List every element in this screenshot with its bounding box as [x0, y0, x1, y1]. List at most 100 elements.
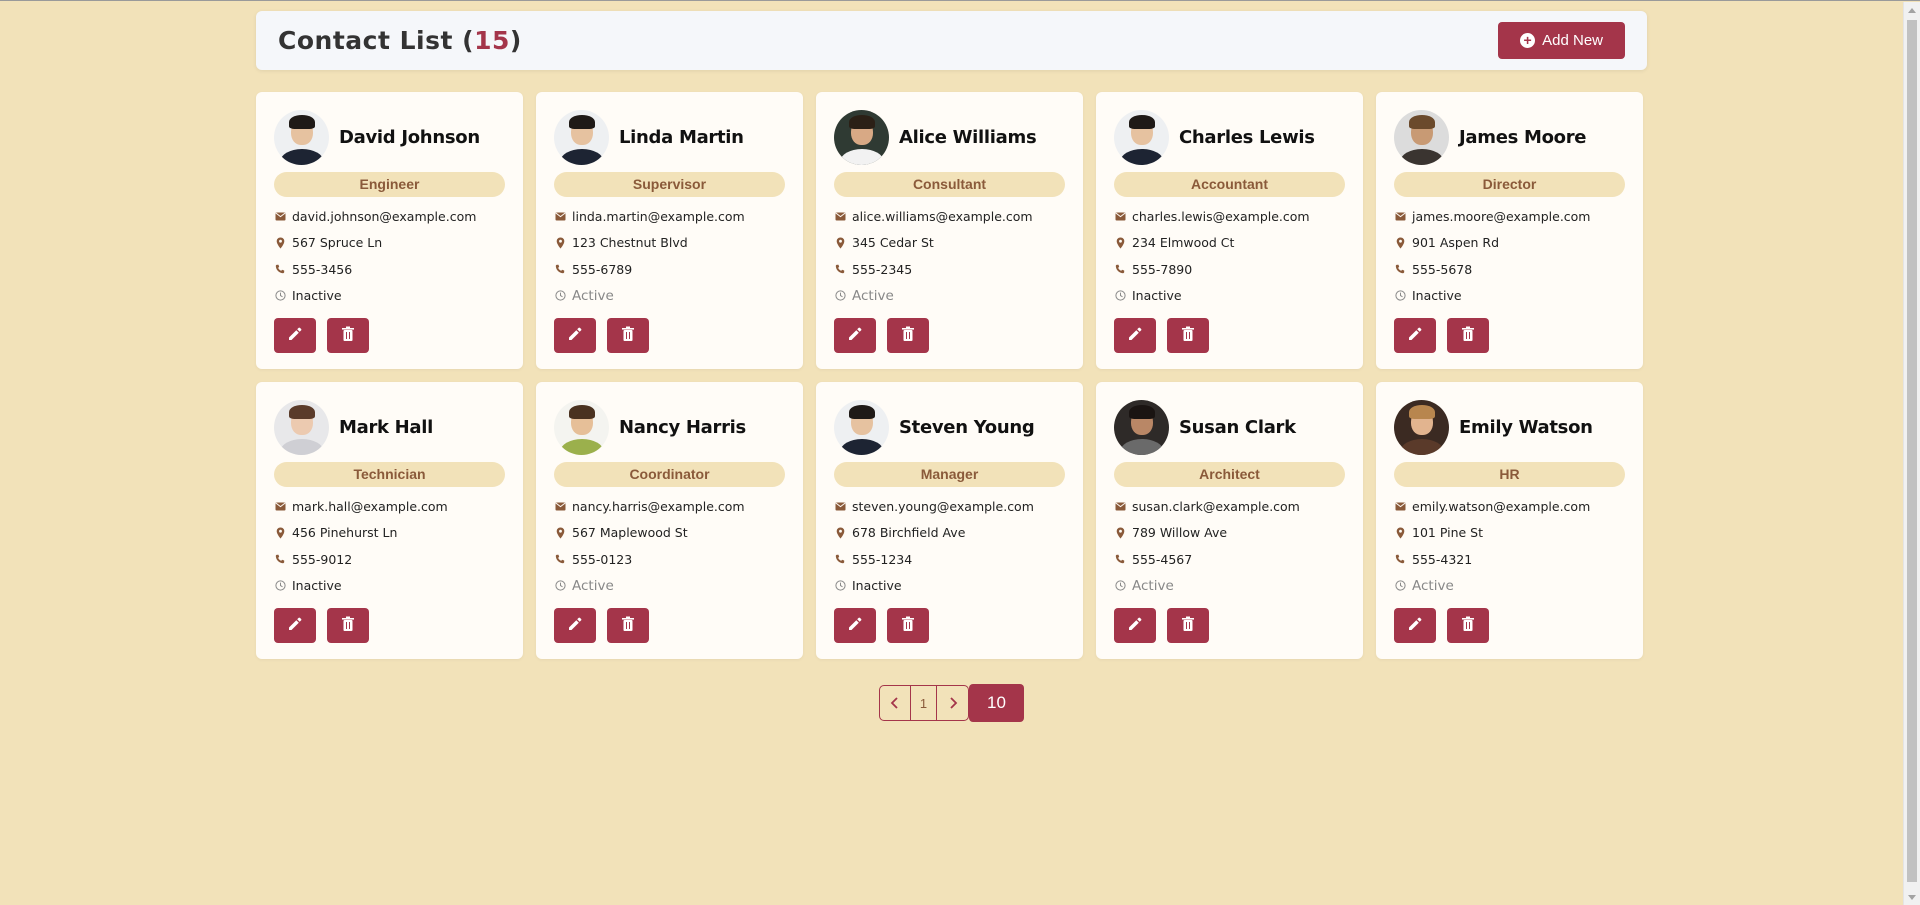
contact-name: Steven Young: [899, 416, 1035, 438]
contact-card: Alice Williams Consultant alice.williams…: [816, 92, 1083, 369]
email-text: emily.watson@example.com: [1412, 498, 1591, 514]
status-text: Active: [1412, 577, 1454, 594]
status-row: Inactive: [274, 283, 505, 310]
contact-info: steven.young@example.com 678 Birchfield …: [834, 493, 1065, 599]
mail-icon: [554, 212, 566, 221]
trash-icon: [621, 616, 635, 635]
phone-icon: [1114, 264, 1126, 274]
add-new-label: Add New: [1542, 32, 1603, 49]
scrollbar-thumb[interactable]: [1907, 20, 1917, 882]
delete-button[interactable]: [1447, 318, 1489, 353]
phone-row: 555-9012: [274, 546, 505, 573]
avatar: [1114, 109, 1169, 165]
address-row: 123 Chestnut Blvd: [554, 230, 785, 257]
phone-icon: [1114, 554, 1126, 564]
contact-info: alice.williams@example.com 345 Cedar St …: [834, 203, 1065, 309]
contact-name: Emily Watson: [1459, 416, 1593, 438]
email-row: nancy.harris@example.com: [554, 493, 785, 520]
trash-icon: [1181, 326, 1195, 345]
edit-button[interactable]: [554, 608, 596, 643]
edit-button[interactable]: [1394, 608, 1436, 643]
scroll-up-arrow-icon[interactable]: [1908, 8, 1916, 13]
phone-icon: [274, 264, 286, 274]
card-actions: [554, 608, 785, 643]
delete-button[interactable]: [887, 608, 929, 643]
status-text: Inactive: [292, 578, 342, 594]
page-number-button[interactable]: 1: [911, 685, 937, 721]
delete-button[interactable]: [327, 318, 369, 353]
email-row: mark.hall@example.com: [274, 493, 505, 520]
status-row: Inactive: [1394, 283, 1625, 310]
avatar: [274, 109, 329, 165]
contact-info: charles.lewis@example.com 234 Elmwood Ct…: [1114, 203, 1345, 309]
address-text: 901 Aspen Rd: [1412, 235, 1500, 251]
edit-button[interactable]: [1394, 318, 1436, 353]
pencil-icon: [1407, 616, 1423, 635]
clock-icon: [274, 290, 286, 301]
address-row: 345 Cedar St: [834, 230, 1065, 257]
contact-info: susan.clark@example.com 789 Willow Ave 5…: [1114, 493, 1345, 599]
phone-icon: [1394, 264, 1406, 274]
contact-card: Steven Young Manager steven.young@exampl…: [816, 382, 1083, 659]
delete-button[interactable]: [1167, 608, 1209, 643]
delete-button[interactable]: [887, 318, 929, 353]
edit-button[interactable]: [274, 608, 316, 643]
status-row: Inactive: [1114, 283, 1345, 310]
address-text: 345 Cedar St: [852, 235, 934, 251]
status-row: Inactive: [834, 573, 1065, 600]
add-new-button[interactable]: + Add New: [1498, 22, 1625, 59]
address-text: 101 Pine St: [1412, 525, 1483, 541]
phone-row: 555-6789: [554, 256, 785, 283]
vertical-scrollbar[interactable]: [1903, 2, 1920, 905]
status-text: Inactive: [292, 288, 342, 304]
page-header: Contact List (15) + Add New: [256, 11, 1647, 70]
role-badge: Director: [1394, 172, 1625, 197]
delete-button[interactable]: [607, 318, 649, 353]
phone-row: 555-3456: [274, 256, 505, 283]
delete-button[interactable]: [327, 608, 369, 643]
card-actions: [1114, 608, 1345, 643]
edit-button[interactable]: [1114, 318, 1156, 353]
phone-text: 555-5678: [1412, 261, 1473, 277]
location-pin-icon: [1114, 527, 1126, 539]
email-text: steven.young@example.com: [852, 498, 1034, 514]
pencil-icon: [1127, 326, 1143, 345]
mail-icon: [1114, 212, 1126, 221]
delete-button[interactable]: [1447, 608, 1489, 643]
plus-circle-icon: +: [1520, 33, 1536, 48]
delete-button[interactable]: [607, 608, 649, 643]
edit-button[interactable]: [834, 608, 876, 643]
role-badge: Technician: [274, 462, 505, 487]
scroll-down-arrow-icon[interactable]: [1908, 895, 1916, 900]
contact-name: Nancy Harris: [619, 416, 746, 438]
edit-button[interactable]: [834, 318, 876, 353]
phone-text: 555-2345: [852, 261, 913, 277]
address-text: 567 Spruce Ln: [292, 235, 383, 251]
contact-info: david.johnson@example.com 567 Spruce Ln …: [274, 203, 505, 309]
mail-icon: [1394, 212, 1406, 221]
edit-button[interactable]: [274, 318, 316, 353]
main-container: Contact List (15) + Add New David Johnso…: [256, 11, 1647, 659]
card-header: David Johnson: [274, 109, 505, 165]
edit-button[interactable]: [1114, 608, 1156, 643]
phone-row: 555-0123: [554, 546, 785, 573]
status-text: Active: [1132, 577, 1174, 594]
previous-page-button[interactable]: [879, 685, 911, 721]
delete-button[interactable]: [1167, 318, 1209, 353]
card-actions: [1394, 608, 1625, 643]
mail-icon: [274, 212, 286, 221]
email-text: linda.martin@example.com: [572, 208, 745, 224]
page-size-selector[interactable]: 10: [969, 684, 1024, 722]
address-text: 234 Elmwood Ct: [1132, 235, 1235, 251]
phone-icon: [834, 554, 846, 564]
next-page-button[interactable]: [937, 685, 969, 721]
status-text: Inactive: [852, 578, 902, 594]
contact-name: Mark Hall: [339, 416, 434, 438]
pencil-icon: [567, 326, 583, 345]
card-header: James Moore: [1394, 109, 1625, 165]
clock-icon: [1114, 580, 1126, 591]
contact-card: Linda Martin Supervisor linda.martin@exa…: [536, 92, 803, 369]
edit-button[interactable]: [554, 318, 596, 353]
status-text: Inactive: [1132, 288, 1182, 304]
role-badge: Engineer: [274, 172, 505, 197]
